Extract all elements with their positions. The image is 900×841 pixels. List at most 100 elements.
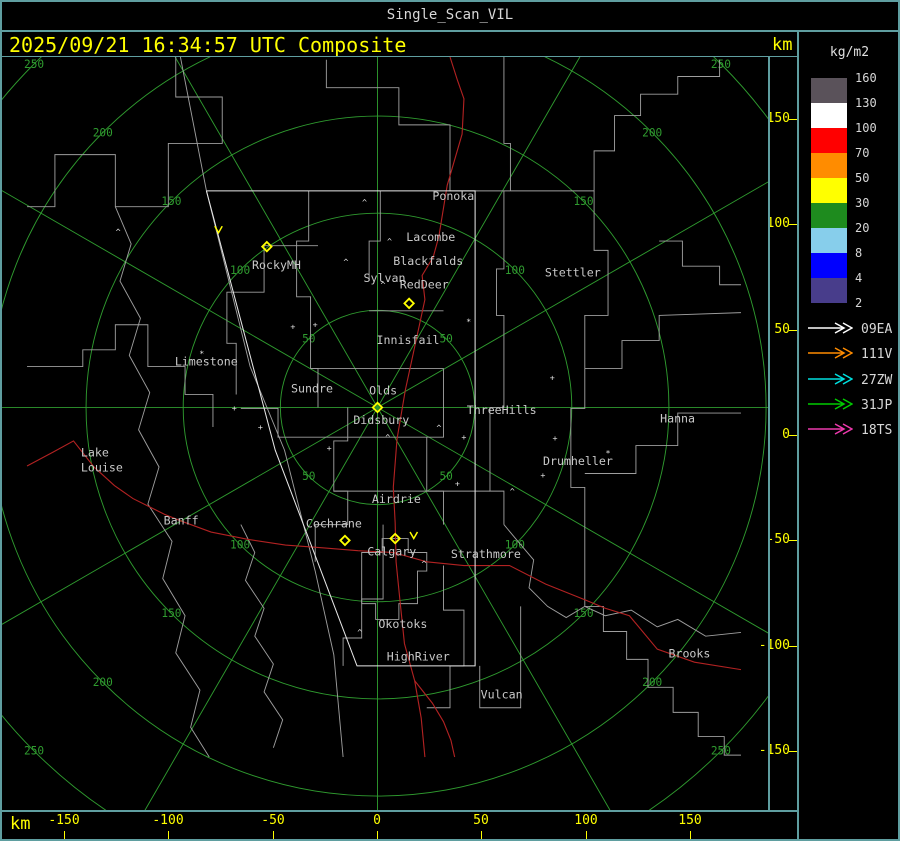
town-marker: + [455,478,460,488]
bottom-axis-tick-label: 50 [473,813,489,828]
scale-label: 20 [855,221,870,235]
storm-motion-marker [214,225,223,235]
city-label: Blackfalds [393,254,463,268]
town-marker: ^ [421,558,426,568]
frame-left [0,0,2,841]
city-label: Lacombe [406,230,455,244]
town-marker: + [290,321,295,331]
county-boundary [368,190,381,282]
ring-range-label: 50 [439,333,452,346]
radar-site-id: 09EA [861,322,893,337]
town-marker: ^ [116,227,121,237]
legend-panel: kg/m2 160 130 100 70 50 30 20 8 4 2 09EA 111V 27ZW 31… [799,31,900,841]
ring-range-label: 200 [93,676,113,689]
county-boundary [570,368,586,607]
city-label: Cochrane [306,516,362,530]
scale-label: 100 [855,121,877,135]
town-marker: + [258,422,263,432]
radar-site-id: 111V [861,347,893,363]
right-axis-tick-label: -50 [766,532,790,547]
bottom-axis: km -150 -100 -50 0 50 100 150 [0,811,798,841]
county-boundary [659,240,741,286]
radar-arrow-icon [808,423,854,435]
scale-label: 8 [855,246,863,260]
radar-site-id: 31JP [861,397,893,413]
county-boundary [584,312,741,369]
right-axis-tick-label: 0 [782,427,790,442]
city-label: Stettler [545,265,601,279]
right-axis-tick [789,751,797,752]
city-label: Vulcan [481,687,523,701]
bottom-axis-tick [273,831,274,839]
frame-map-top [0,56,798,57]
scale-label: 160 [855,71,877,85]
ring-range-label: 250 [24,58,44,71]
scale-label: 130 [855,96,877,110]
bottom-axis-tick-label: -50 [261,813,285,828]
scale-label: 2 [855,296,863,310]
radar-legend-row: 31JP [807,396,893,413]
right-axis-tick [789,646,797,647]
right-axis-tick [789,540,797,541]
page-title: Single_Scan_VIL [386,7,514,23]
county-boundary [114,206,210,758]
ring-range-label: 200 [93,126,113,139]
bottom-axis-tick-label: 100 [574,813,598,828]
storm-motion-marker [409,531,419,541]
city-label: Innisfail [377,333,440,347]
ring-range-label: 150 [161,607,181,620]
radar-arrow-icon [808,322,854,334]
scale-swatch [811,128,847,153]
town-marker: + [461,432,466,442]
radar-map-canvas: 50 5050 50100 100100 100150 150150 150200 20020… [0,57,768,810]
city-label: Didsbury [353,413,409,427]
ring-range-label: 150 [573,195,593,208]
ring-range-label: 100 [230,264,250,277]
town-marker: + [550,373,555,383]
ring-range-label: 100 [505,264,525,277]
city-label: Hanna [660,411,695,425]
bottom-axis-tick [64,831,65,839]
city-label: RockyMH [252,258,301,272]
right-axis-tick-label: 100 [766,216,790,231]
ring-range-label: 150 [161,195,181,208]
frame-under-title [0,30,900,32]
radar-legend-row: 111V [807,345,893,363]
bottom-axis-unit-label: km [10,814,31,834]
county-boundary [584,605,741,756]
radar-site-id: 18TS [861,423,893,439]
city-label: Lake [81,446,109,460]
frame-map-right [768,56,770,812]
bottom-axis-tick [690,831,691,839]
ring-range-label: 50 [439,470,452,483]
county-boundary [584,190,609,369]
app-window: Single_Scan_VIL 2025/09/21 16:34:57 UTC … [0,0,900,841]
county-boundary [426,565,465,709]
right-axis-tick-label: -150 [758,743,790,758]
radar-arrow-icon [808,398,854,410]
ring-range-label: 50 [302,470,315,483]
city-label: Calgary [367,544,416,558]
bottom-axis-tick [481,831,482,839]
radar-legend-row: 18TS [807,421,893,439]
county-boundary [27,324,214,427]
city-label: RedDeer [400,277,449,291]
scale-swatch [811,153,847,178]
ring-range-label: 250 [24,745,44,758]
right-axis-tick [789,119,797,120]
bottom-axis-tick [586,831,587,839]
scale-swatch [811,278,847,303]
city-label: Louise [81,461,123,475]
radar-site-id: 27ZW [861,372,893,388]
ring-range-label: 100 [230,539,250,552]
county-boundary [510,59,721,192]
scale-swatch [811,78,847,103]
county-boundary [489,190,505,525]
ring-range-label: 50 [302,333,315,346]
right-axis: 150 100 50 0 -50 -100 -150 [759,57,800,810]
town-marker: + [540,470,545,480]
scale-label: 30 [855,196,870,210]
right-axis-tick [789,330,797,331]
scale-swatch [811,103,847,128]
frame-top [0,0,900,2]
